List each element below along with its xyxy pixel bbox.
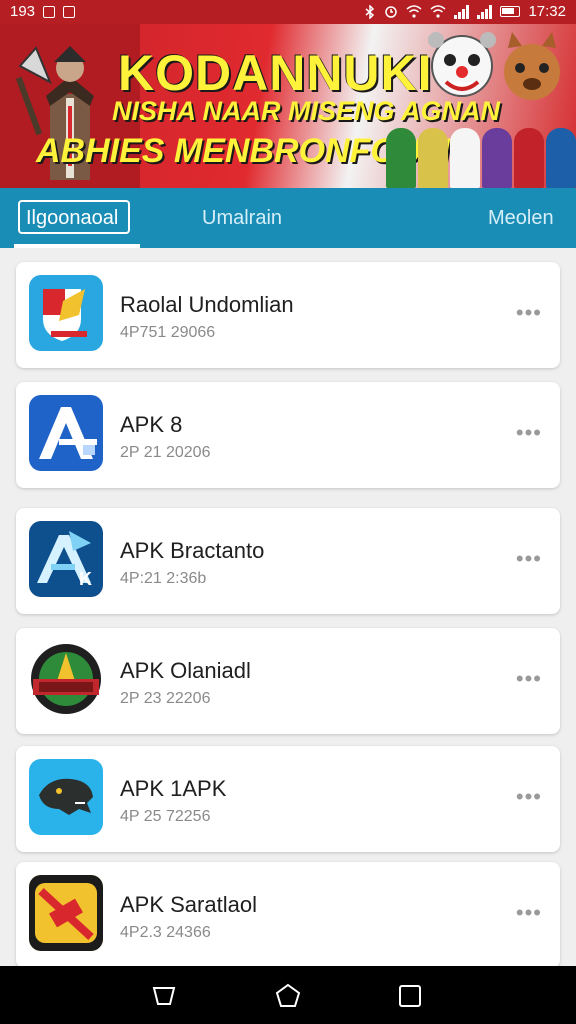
- app-meta: 2P 21 20206: [120, 444, 211, 461]
- shield-app-icon: [29, 275, 103, 351]
- app-name: APK 8: [120, 412, 183, 437]
- list-item[interactable]: APK 1APK 4P 25 72256 •••: [16, 746, 560, 852]
- wifi-icon: [406, 5, 422, 18]
- tab-third[interactable]: Meolen: [488, 188, 554, 248]
- status-time-left: 193: [10, 3, 36, 20]
- signal-icon: [454, 4, 470, 19]
- more-options-icon[interactable]: •••: [516, 300, 542, 326]
- more-options-icon[interactable]: •••: [516, 900, 542, 926]
- blocked-app-icon: [29, 875, 103, 951]
- tab-underline: [14, 244, 140, 248]
- tab-bar: Ilgoonaoal Umalrain Meolen: [0, 188, 576, 248]
- recents-icon[interactable]: [396, 982, 424, 1010]
- app-meta: 4P:21 2:36b: [120, 570, 207, 587]
- panther-app-icon: [29, 759, 103, 835]
- children-photo: [386, 124, 576, 188]
- alarm-icon: [385, 5, 398, 18]
- more-options-icon[interactable]: •••: [516, 546, 542, 572]
- list-item[interactable]: APK 8 2P 21 20206 •••: [16, 382, 560, 488]
- tab-first[interactable]: Ilgoonaoal: [26, 188, 118, 248]
- app-name: APK 1APK: [120, 776, 227, 801]
- back-icon[interactable]: [150, 982, 178, 1010]
- notification-icon: [43, 5, 56, 18]
- app-name: APK Saratlaol: [120, 892, 257, 917]
- letter-a-app-icon: [29, 395, 103, 471]
- app-meta: 4P 25 72256: [120, 808, 211, 825]
- app-name: APK Bractanto: [120, 538, 265, 563]
- status-bar: 193 17:32: [0, 0, 576, 24]
- home-icon[interactable]: [274, 982, 302, 1010]
- notification-icon: [63, 5, 76, 18]
- app-meta: 4P751 29066: [120, 324, 216, 341]
- wifi-icon: [430, 5, 446, 18]
- promo-banner[interactable]: KODANNUKI NISHA NAAR MISENG AGNAN ABHIES…: [0, 24, 576, 188]
- more-options-icon[interactable]: •••: [516, 420, 542, 446]
- app-meta: 2P 23 22206: [120, 690, 211, 707]
- status-time-right: 17:32: [528, 3, 566, 20]
- tab-second[interactable]: Umalrain: [202, 188, 282, 248]
- bluetooth-icon: [365, 4, 375, 19]
- svg-text:K: K: [79, 569, 92, 589]
- app-meta: 4P2.3 24366: [120, 924, 211, 941]
- more-options-icon[interactable]: •••: [516, 784, 542, 810]
- list-item[interactable]: APK Saratlaol 4P2.3 24366 •••: [16, 862, 560, 968]
- battery-icon: [500, 6, 521, 17]
- app-name: Raolal Undomlian: [120, 292, 294, 317]
- mascot-characters-image: [428, 32, 560, 100]
- more-options-icon[interactable]: •••: [516, 666, 542, 692]
- navigation-bar: [0, 966, 576, 1024]
- letter-a-k-app-icon: K: [29, 521, 103, 597]
- banner-title: KODANNUKI: [118, 45, 433, 101]
- list-item[interactable]: Raolal Undomlian 4P751 29066 •••: [16, 262, 560, 368]
- app-name: APK Olaniadl: [120, 658, 251, 683]
- list-item[interactable]: APK Olaniadl 2P 23 22206 •••: [16, 628, 560, 734]
- list-item[interactable]: K APK Bractanto 4P:21 2:36b •••: [16, 508, 560, 614]
- signal-icon: [477, 4, 493, 19]
- warrior-badge-app-icon: [29, 641, 103, 717]
